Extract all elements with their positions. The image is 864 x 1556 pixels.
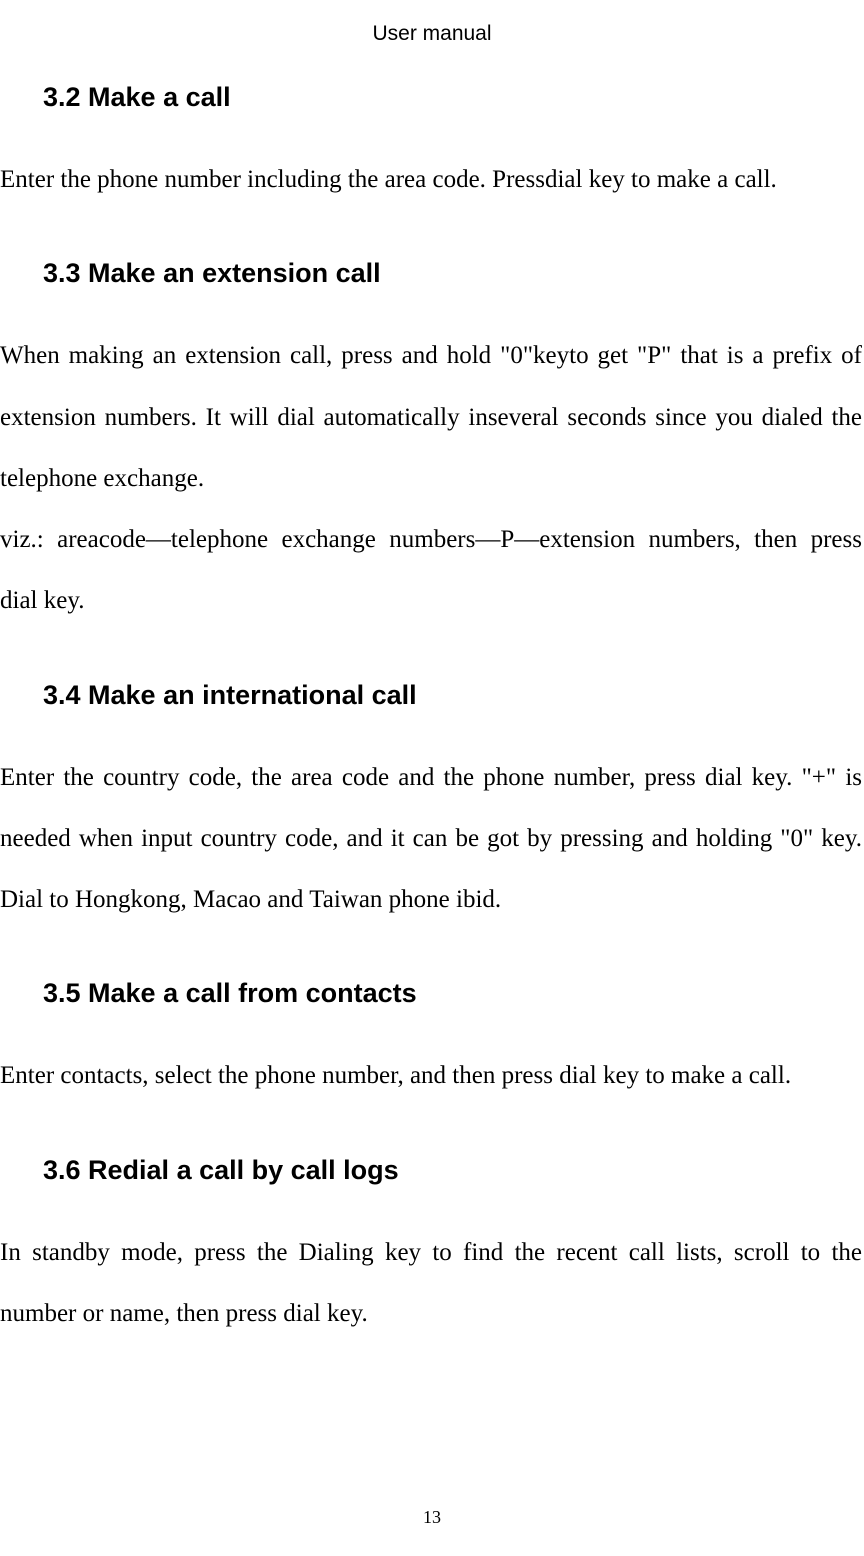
section-heading-3-6: 3.6 Redial a call by call logs xyxy=(43,1155,864,1186)
section-heading-3-2: 3.2 Make a call xyxy=(43,82,864,113)
section-body-3-4: Enter the country code, the area code an… xyxy=(0,747,864,931)
page-header: User manual xyxy=(0,0,864,46)
page-number: 13 xyxy=(0,1507,864,1528)
section-body-3-5: Enter contacts, select the phone number,… xyxy=(0,1045,864,1106)
section-heading-3-5: 3.5 Make a call from contacts xyxy=(43,978,864,1009)
section-heading-3-4: 3.4 Make an international call xyxy=(43,680,864,711)
section-heading-3-3: 3.3 Make an extension call xyxy=(43,258,864,289)
section-body-3-2: Enter the phone number including the are… xyxy=(0,149,864,210)
content-area: 3.2 Make a call Enter the phone number i… xyxy=(0,82,864,1344)
section-body-3-3a: When making an extension call, press and… xyxy=(0,325,864,509)
section-body-3-6: In standby mode, press the Dialing key t… xyxy=(0,1222,864,1345)
section-body-3-3b: viz.: areacode—telephone exchange number… xyxy=(0,509,864,632)
